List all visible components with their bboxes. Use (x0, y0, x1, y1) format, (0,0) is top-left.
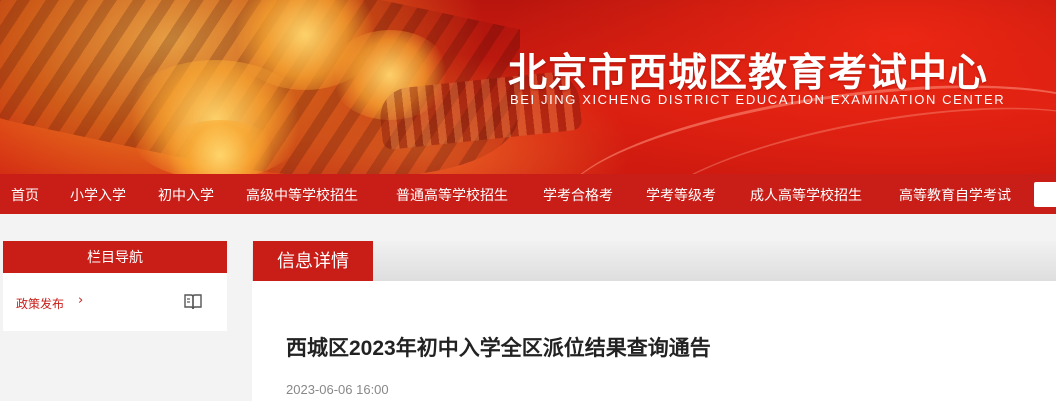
main-content: 信息详情 西城区2023年初中入学全区派位结果查询通告 2023-06-06 1… (252, 241, 1056, 401)
nav-item-junior-high[interactable]: 初中入学 (158, 185, 214, 205)
sidebar: 栏目导航 (3, 241, 227, 331)
nav-item-qualification-exam[interactable]: 学考合格考 (543, 185, 613, 205)
sidebar-header: 栏目导航 (3, 241, 227, 273)
nav-item-primary-school[interactable]: 小学入学 (70, 185, 126, 205)
article-title: 西城区2023年初中入学全区派位结果查询通告 (286, 337, 711, 360)
site-subtitle: BEI JING XICHENG DISTRICT EDUCATION EXAM… (510, 92, 1006, 107)
tab-info-detail: 信息详情 (253, 241, 373, 281)
main-header: 信息详情 (252, 241, 1056, 281)
sidebar-item-label[interactable]: 政策发布 (16, 295, 64, 312)
article-date: 2023-06-06 16:00 (286, 382, 389, 397)
site-title: 北京市西城区教育考试中心 (508, 50, 989, 96)
nav-item-self-study-exam[interactable]: 高等教育自学考试 (899, 185, 1011, 205)
chevron-right-icon: › (78, 293, 84, 308)
nav-item-senior-high-admission[interactable]: 高级中等学校招生 (246, 185, 358, 205)
nav-item-level-exam[interactable]: 学考等级考 (646, 185, 716, 205)
nav-item-home[interactable]: 首页 (11, 185, 39, 205)
nav-item-adult-college[interactable]: 成人高等学校招生 (750, 185, 862, 205)
search-input[interactable] (1034, 182, 1056, 207)
nav-item-college-admission[interactable]: 普通高等学校招生 (396, 185, 508, 205)
site-banner: 北京市西城区教育考试中心 BEI JING XICHENG DISTRICT E… (0, 0, 1056, 174)
main-nav: 首页 小学入学 初中入学 高级中等学校招生 普通高等学校招生 学考合格考 学考等… (0, 174, 1056, 214)
book-icon (183, 293, 203, 315)
